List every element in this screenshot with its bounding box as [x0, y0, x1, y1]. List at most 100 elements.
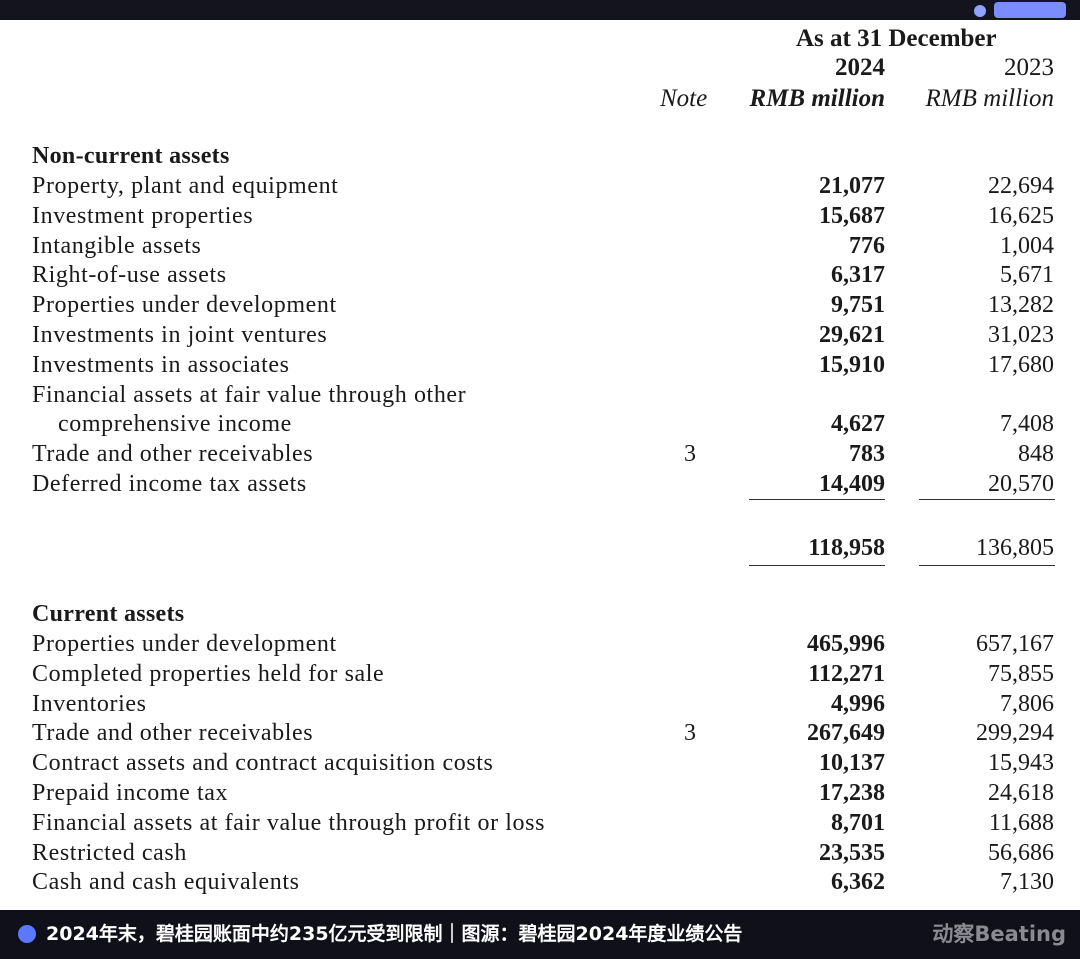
caption-text: 2024年末，碧桂园账面中约235亿元受到限制｜图源：碧桂园2024年度业绩公告	[46, 923, 743, 945]
table-row: Prepaid income tax 17,238 24,618	[0, 778, 1080, 808]
subtotal-rule-2023	[919, 499, 1055, 500]
row-value-2024: 23,535	[819, 839, 885, 866]
row-value-2024: 6,362	[831, 869, 885, 896]
row-value-2024: 14,409	[819, 471, 885, 497]
row-label: Financial assets at fair value through p…	[32, 809, 546, 836]
table-row: Properties under development 465,996 657,1…	[0, 629, 1080, 659]
row-value-2024: 10,137	[819, 750, 885, 777]
row-label: Financial assets at fair value through o…	[32, 381, 467, 408]
table-row: Right-of-use assets 6,317 5,671	[0, 260, 1080, 290]
row-value-2024: 112,271	[808, 660, 885, 687]
row-label: Right-of-use assets	[32, 262, 227, 289]
row-value-2023: 16,625	[988, 202, 1054, 229]
row-value-2023: 11,688	[988, 809, 1054, 836]
caption-dot-icon	[18, 925, 36, 943]
row-value-2024: 29,621	[819, 322, 885, 348]
brand-logo: 动察Beating	[932, 922, 1066, 946]
row-label: comprehensive income	[58, 411, 292, 438]
row-value-2023: 848	[1018, 441, 1054, 468]
row-value-2023: 13,282	[988, 292, 1054, 319]
note-column-header: Note	[660, 85, 708, 112]
row-value-2023: 24,618	[988, 780, 1054, 806]
table-row: Trade and other receivables 3 267,649 299,2…	[0, 718, 1080, 748]
section-title-non-current: Non-current assets	[32, 143, 230, 169]
table-row: Financial assets at fair value through o…	[0, 380, 1080, 410]
row-value-2023: 7,408	[1000, 411, 1054, 438]
row-label: Trade and other receivables	[32, 441, 314, 468]
table-row: Investments in joint ventures 29,621 31,02…	[0, 320, 1080, 350]
row-note: 3	[684, 441, 696, 468]
table-row: Cash and cash equivalents 6,362 7,130	[0, 867, 1080, 897]
row-value-2023: 299,294	[976, 720, 1054, 747]
total-2023: 136,805	[976, 535, 1054, 561]
section-title-current: Current assets	[32, 601, 185, 627]
total-rule-2024	[749, 565, 885, 566]
row-label: Properties under development	[32, 292, 337, 319]
row-value-2024: 783	[849, 441, 885, 468]
unit-prior: RMB million	[925, 85, 1054, 112]
top-bar	[0, 0, 1080, 20]
row-value-2024: 465,996	[807, 631, 885, 657]
row-label: Investment properties	[32, 202, 254, 229]
row-value-2024: 6,317	[831, 262, 885, 289]
row-value-2023: 5,671	[1000, 262, 1054, 289]
table-row: Inventories 4,996 7,806	[0, 689, 1080, 719]
row-value-2023: 56,686	[988, 839, 1054, 866]
non-current-total-row: 118,958 136,805	[0, 533, 1080, 563]
row-value-2023: 7,806	[1000, 690, 1054, 717]
unit-current: RMB million	[749, 85, 885, 112]
period-heading: As at 31 December	[796, 25, 997, 52]
row-label: Properties under development	[32, 631, 337, 657]
row-label: Prepaid income tax	[32, 780, 229, 806]
table-row: Property, plant and equipment 21,077 22,69…	[0, 171, 1080, 201]
row-label: Property, plant and equipment	[32, 173, 339, 199]
table-row: Contract assets and contract acquisition…	[0, 748, 1080, 778]
row-value-2024: 267,649	[807, 720, 885, 747]
year-prior: 2023	[1004, 54, 1054, 81]
table-row: Financial assets at fair value through p…	[0, 808, 1080, 838]
row-value-2024: 9,751	[831, 292, 885, 319]
total-2024: 118,958	[808, 535, 885, 561]
row-value-2024: 15,910	[819, 351, 885, 378]
row-value-2023: 20,570	[988, 471, 1054, 497]
table-row: Completed properties held for sale 112,27…	[0, 659, 1080, 689]
row-label: Intangible assets	[32, 232, 202, 259]
row-value-2024: 21,077	[819, 173, 885, 199]
table-row: Properties under development 9,751 13,282	[0, 290, 1080, 320]
row-value-2024: 4,627	[831, 411, 885, 438]
row-value-2023: 17,680	[988, 351, 1054, 378]
row-note: 3	[684, 720, 696, 747]
total-rule-2023	[919, 565, 1055, 566]
table-row: Intangible assets 776 1,004	[0, 231, 1080, 261]
row-label: Completed properties held for sale	[32, 660, 385, 687]
table-row: Trade and other receivables 3 783 848	[0, 439, 1080, 469]
table-row: comprehensive income 4,627 7,408	[0, 409, 1080, 439]
row-value-2024: 17,238	[819, 780, 885, 806]
row-value-2023: 657,167	[976, 631, 1054, 657]
year-current: 2024	[835, 54, 885, 81]
row-value-2024: 776	[849, 232, 885, 259]
row-value-2023: 31,023	[988, 322, 1054, 348]
row-value-2023: 15,943	[988, 750, 1054, 777]
table-row: Deferred income tax assets 14,409 20,570	[0, 469, 1080, 499]
row-label: Inventories	[32, 690, 147, 717]
table-row: Investments in associates 15,910 17,680	[0, 350, 1080, 380]
row-label: Investments in associates	[32, 351, 290, 378]
subtotal-rule-2024	[749, 499, 885, 500]
row-value-2023: 22,694	[988, 173, 1054, 199]
table-row: Restricted cash 23,535 56,686	[0, 838, 1080, 868]
row-value-2023: 7,130	[1000, 869, 1054, 896]
row-label: Trade and other receivables	[32, 720, 314, 747]
row-value-2023: 75,855	[988, 660, 1054, 687]
row-label: Deferred income tax assets	[32, 471, 307, 497]
row-label: Cash and cash equivalents	[32, 869, 300, 896]
row-label: Contract assets and contract acquisition…	[32, 750, 494, 777]
indicator-dot-icon	[974, 5, 986, 17]
caption-bar: 2024年末，碧桂园账面中约235亿元受到限制｜图源：碧桂园2024年度业绩公告…	[0, 910, 1080, 959]
row-label: Investments in joint ventures	[32, 322, 328, 348]
row-value-2023: 1,004	[1000, 232, 1054, 259]
row-label: Restricted cash	[32, 839, 187, 866]
table-row: Investment properties 15,687 16,625	[0, 201, 1080, 231]
row-value-2024: 8,701	[831, 809, 885, 836]
row-value-2024: 4,996	[831, 690, 885, 717]
